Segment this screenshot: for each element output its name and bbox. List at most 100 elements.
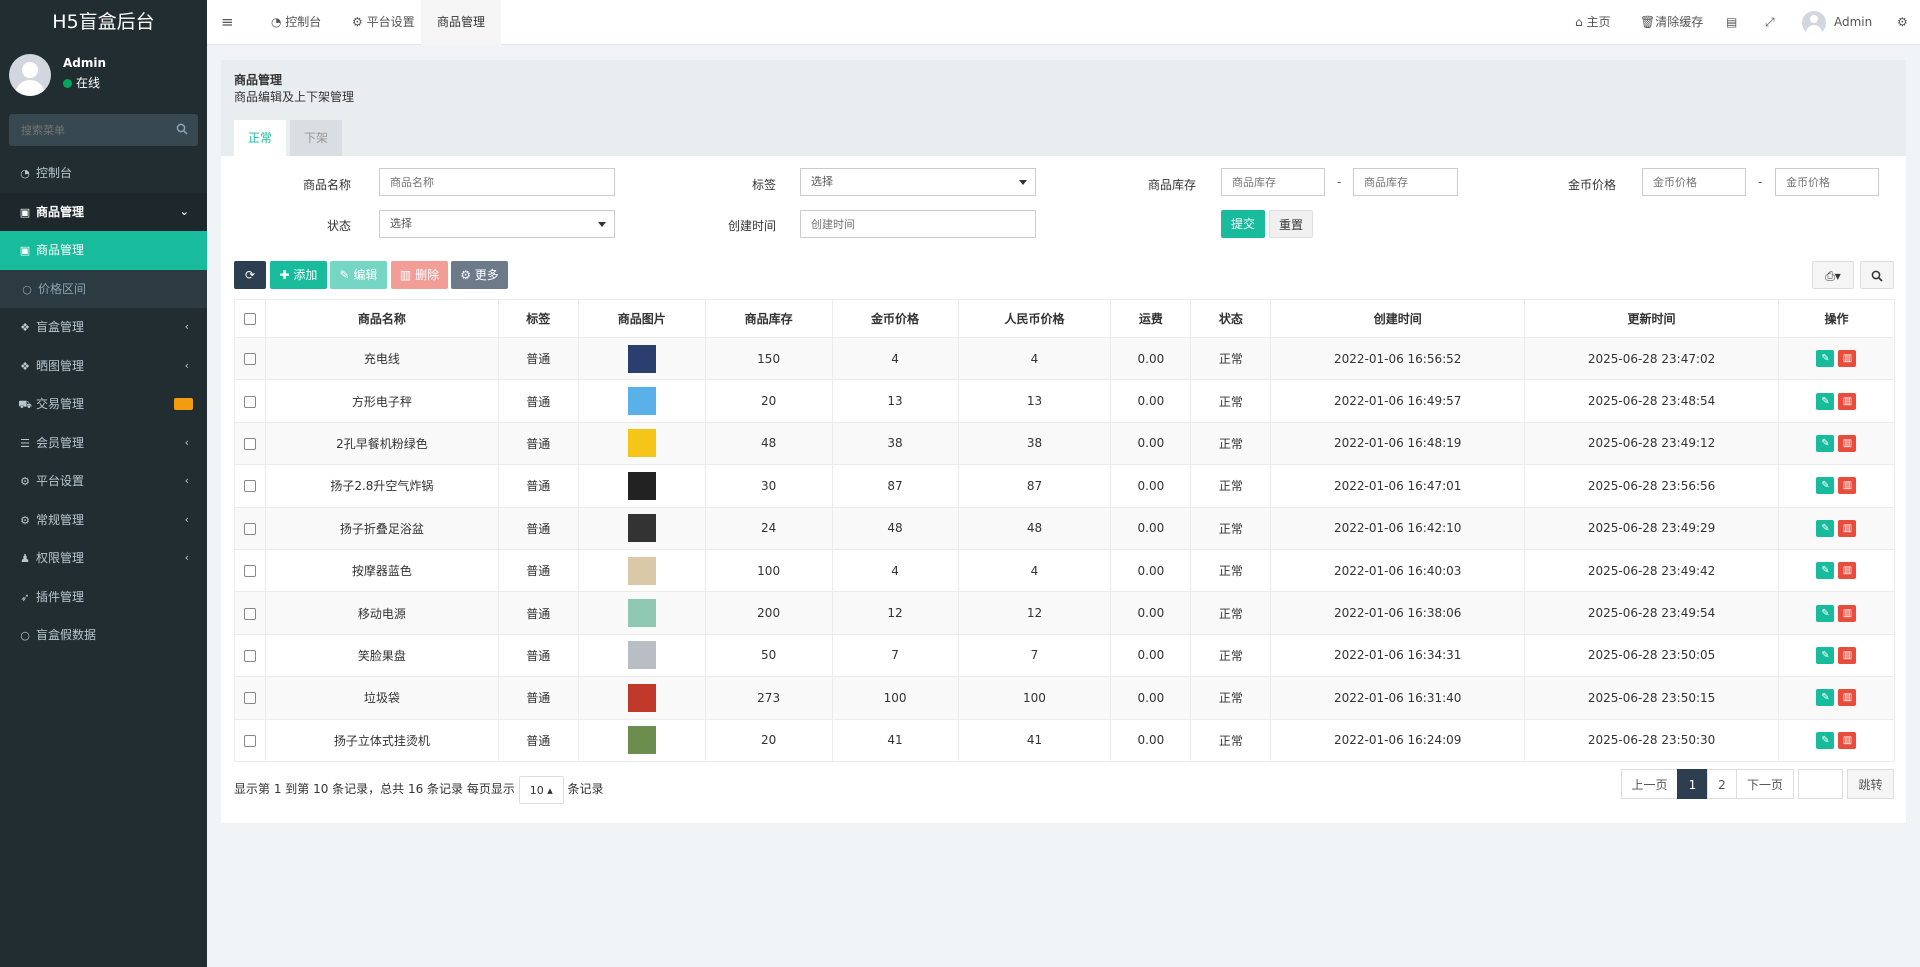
page-size-select[interactable]: 10 ▴ xyxy=(518,775,564,804)
row-edit-button[interactable]: ✎ xyxy=(1816,434,1835,452)
row-delete-button[interactable]: ▥ xyxy=(1838,646,1857,664)
sidebar-item[interactable]: ⛟ 交易管理 xyxy=(0,385,207,424)
home-link[interactable]: ⌂ 主页 xyxy=(1575,0,1610,45)
product-thumbnail[interactable] xyxy=(627,387,656,416)
select-all-checkbox[interactable] xyxy=(243,313,256,325)
table-row[interactable]: 扬子2.8升空气炸锅 普通 30 87 87 0.00 正常 2022-01-06 16:47… xyxy=(234,464,1896,508)
col-header[interactable]: 更新时间 xyxy=(1524,299,1779,338)
product-thumbnail[interactable] xyxy=(627,514,656,543)
next-page-button[interactable]: 下一页 xyxy=(1736,769,1794,799)
name-input[interactable] xyxy=(379,168,615,196)
sidebar-item[interactable]: ▣ 商品管理 ⌄ xyxy=(0,192,207,231)
sidebar-item[interactable]: ○ 价格区间 xyxy=(0,269,207,308)
fullscreen-icon[interactable]: ⤢ xyxy=(1765,0,1775,45)
sidebar-item[interactable]: ❖ 盲盒管理 ‹ xyxy=(0,308,207,347)
row-edit-button[interactable]: ✎ xyxy=(1816,350,1835,368)
col-header[interactable]: 创建时间 xyxy=(1270,299,1526,338)
product-thumbnail[interactable] xyxy=(627,429,656,458)
sidebar-item[interactable]: ⚙ 平台设置 ‹ xyxy=(0,462,207,501)
row-checkbox[interactable] xyxy=(243,607,256,620)
tab-dashboard[interactable]: ◔ 控制台 xyxy=(261,0,331,45)
menu-search-input[interactable] xyxy=(9,114,159,146)
table-row[interactable]: 移动电源 普通 200 12 12 0.00 正常 2022-01-06 16:38:06 20… xyxy=(234,591,1896,635)
tab-platform-settings[interactable]: ⚙ 平台设置 xyxy=(342,0,425,45)
row-edit-button[interactable]: ✎ xyxy=(1816,604,1835,622)
table-row[interactable]: 按摩器蓝色 普通 100 4 4 0.00 正常 2022-01-06 16:40:03 202… xyxy=(234,548,1896,593)
sidebar-item[interactable]: ▣ 商品管理 xyxy=(0,231,207,270)
refresh-button[interactable]: ⟳ xyxy=(234,261,266,289)
product-thumbnail[interactable] xyxy=(627,599,656,628)
product-thumbnail[interactable] xyxy=(627,556,656,585)
row-checkbox[interactable] xyxy=(243,437,256,450)
sidebar-item[interactable]: ☰ 会员管理 ‹ xyxy=(0,424,207,463)
row-edit-button[interactable]: ✎ xyxy=(1816,519,1835,537)
sidebar-item[interactable]: ◔ 控制台 xyxy=(0,154,207,193)
product-thumbnail[interactable] xyxy=(627,471,656,500)
tab-offshelf[interactable]: 下架 xyxy=(290,120,342,156)
row-edit-button[interactable]: ✎ xyxy=(1816,477,1835,495)
toggle-search-button[interactable] xyxy=(1860,261,1894,289)
row-edit-button[interactable]: ✎ xyxy=(1816,392,1835,410)
reset-button[interactable]: 重置 xyxy=(1269,210,1313,238)
table-row[interactable]: 充电线 普通 150 4 4 0.00 正常 2022-01-06 16:56:52 2025-… xyxy=(234,336,1896,381)
col-header[interactable]: 标签 xyxy=(497,299,579,338)
search-icon[interactable] xyxy=(176,123,188,135)
sidebar-item[interactable]: ⚙ 常规管理 ‹ xyxy=(0,501,207,540)
table-row[interactable]: 扬子折叠足浴盆 普通 24 48 48 0.00 正常 2022-01-06 16:42:10… xyxy=(234,506,1896,550)
price-max-input[interactable] xyxy=(1775,168,1879,196)
jump-page-input[interactable] xyxy=(1798,769,1843,799)
add-button[interactable]: ✚ 添加 xyxy=(270,261,327,289)
row-edit-button[interactable]: ✎ xyxy=(1816,689,1835,707)
row-checkbox[interactable] xyxy=(243,395,256,408)
menu-toggle-icon[interactable]: ≡ xyxy=(221,0,234,45)
tab-normal[interactable]: 正常 xyxy=(234,120,286,156)
row-checkbox[interactable] xyxy=(243,353,256,366)
row-delete-button[interactable]: ▥ xyxy=(1838,350,1857,368)
col-header[interactable]: 状态 xyxy=(1190,299,1272,338)
row-edit-button[interactable]: ✎ xyxy=(1816,731,1835,749)
row-checkbox[interactable] xyxy=(243,649,256,662)
price-min-input[interactable] xyxy=(1642,168,1746,196)
row-edit-button[interactable]: ✎ xyxy=(1816,562,1835,580)
language-icon[interactable]: ▤ xyxy=(1726,0,1737,45)
prev-page-button[interactable]: 上一页 xyxy=(1621,769,1678,799)
product-thumbnail[interactable] xyxy=(627,641,656,670)
clear-cache-button[interactable]: 🗑︎清除缓存 xyxy=(1640,0,1703,45)
row-checkbox[interactable] xyxy=(243,480,256,493)
row-checkbox[interactable] xyxy=(243,565,256,578)
table-row[interactable]: 方形电子秤 普通 20 13 13 0.00 正常 2022-01-06 16:49:57 20… xyxy=(234,379,1896,423)
product-thumbnail[interactable] xyxy=(627,683,656,712)
row-delete-button[interactable]: ▥ xyxy=(1838,562,1857,580)
row-edit-button[interactable]: ✎ xyxy=(1816,646,1835,664)
sidebar-item[interactable]: ○ 盲盒假数据 xyxy=(0,616,207,655)
sidebar-item[interactable]: ❖ 晒图管理 ‹ xyxy=(0,347,207,386)
row-delete-button[interactable]: ▥ xyxy=(1838,731,1857,749)
table-row[interactable]: 垃圾袋 普通 273 100 100 0.00 正常 2022-01-06 16:31:40 2… xyxy=(234,676,1896,720)
edit-button[interactable]: ✎ 编辑 xyxy=(330,261,387,289)
created-input[interactable] xyxy=(800,210,1036,238)
col-header[interactable]: 金币价格 xyxy=(831,299,959,338)
col-header[interactable]: 运费 xyxy=(1110,299,1192,338)
app-logo[interactable]: H5盲盒后台 xyxy=(0,0,207,44)
admin-menu[interactable]: Admin xyxy=(1802,0,1872,45)
row-checkbox[interactable] xyxy=(243,522,256,535)
table-row[interactable]: 笑脸果盘 普通 50 7 7 0.00 正常 2022-01-06 16:34:31 2025-… xyxy=(234,633,1896,678)
col-header[interactable]: 人民币价格 xyxy=(957,299,1112,338)
table-row[interactable]: 扬子立体式挂烫机 普通 20 41 41 0.00 正常 2022-01-06 16:24:0… xyxy=(234,718,1896,762)
row-delete-button[interactable]: ▥ xyxy=(1838,477,1857,495)
row-delete-button[interactable]: ▥ xyxy=(1838,604,1857,622)
tag-select[interactable]: 选择 xyxy=(800,168,1036,196)
jump-button[interactable]: 跳转 xyxy=(1847,769,1894,799)
row-checkbox[interactable] xyxy=(243,692,256,705)
product-thumbnail[interactable] xyxy=(627,344,656,373)
more-button[interactable]: ⚙ 更多 xyxy=(451,261,508,289)
sidebar-item[interactable]: ♟ 权限管理 ‹ xyxy=(0,539,207,578)
tab-product-management[interactable]: 商品管理 xyxy=(421,0,501,45)
row-checkbox[interactable] xyxy=(243,734,256,747)
row-delete-button[interactable]: ▥ xyxy=(1838,434,1857,452)
col-header[interactable]: 商品库存 xyxy=(704,299,833,338)
table-row[interactable]: 2孔早餐机粉绿色 普通 48 38 38 0.00 正常 2022-01-06 16:48:1… xyxy=(234,421,1896,466)
page-2-button[interactable]: 2 xyxy=(1707,769,1737,799)
sidebar-item[interactable]: ➶ 插件管理 xyxy=(0,578,207,617)
page-1-button[interactable]: 1 xyxy=(1677,769,1708,799)
